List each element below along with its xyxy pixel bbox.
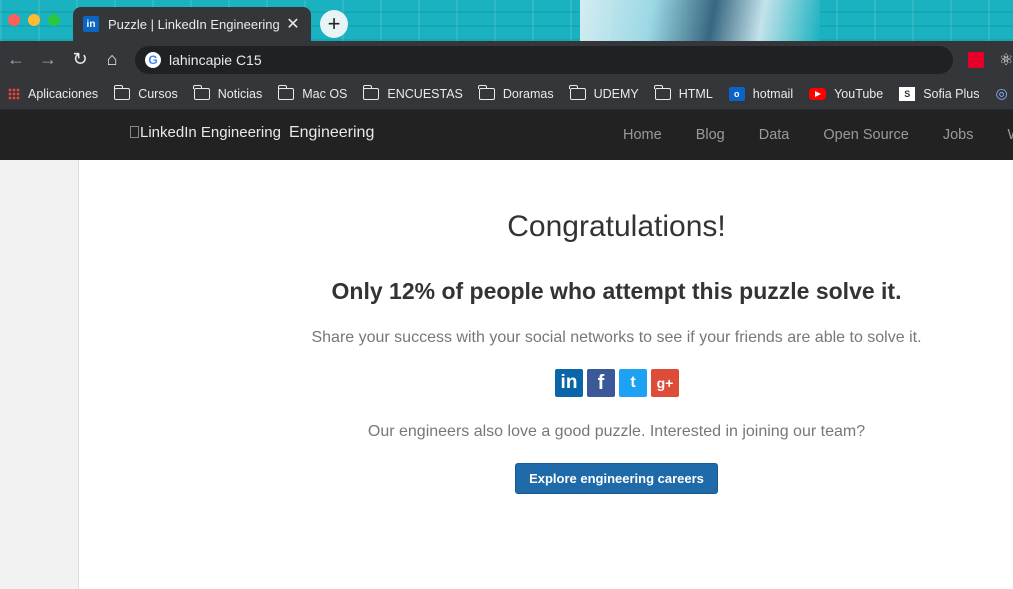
nav-home[interactable]: Home [623, 127, 662, 143]
target-icon: ◎ [995, 85, 1008, 101]
twitter-share-icon[interactable]: t [619, 369, 647, 397]
outlook-icon: o [728, 86, 745, 101]
bookmark-label: YouTube [834, 86, 884, 101]
nav-blog[interactable]: Blog [696, 127, 725, 143]
bookmark-sofia-plus[interactable]: S Sofia Plus [899, 86, 980, 101]
bookmark-label: HTML [678, 86, 713, 101]
tab-close-icon[interactable]: ✕ [285, 14, 301, 34]
folder-icon [362, 84, 380, 100]
share-prompt: Share your success with your social netw… [311, 329, 922, 346]
google-icon: G [145, 52, 161, 68]
bookmark-mac-os[interactable]: Mac OS [277, 84, 348, 101]
folder-icon [478, 84, 495, 100]
nav-more[interactable]: W [1007, 127, 1013, 143]
social-share-buttons: in f t g+ [555, 369, 683, 397]
bookmark-youtube[interactable]: YouTube [809, 87, 883, 101]
linkedin-favicon-icon: in [83, 16, 99, 32]
bookmark-doramas[interactable]: Doramas [478, 84, 554, 101]
back-arrow-icon[interactable]: ← [6, 49, 26, 69]
main-nav: Home Blog Data Open Source Jobs W [623, 127, 1013, 143]
browser-theme-artwork [580, 0, 820, 41]
bookmark-hotmail[interactable]: o hotmail [728, 86, 794, 101]
bookmark-html[interactable]: HTML [654, 84, 713, 101]
react-devtools-icon[interactable]: ⚛ [999, 50, 1013, 70]
address-bar-text[interactable]: lahincapie C15 [169, 52, 262, 68]
youtube-icon [809, 87, 827, 100]
bookmark-cursos[interactable]: Cursos [113, 84, 178, 101]
tab-title: Puzzle | LinkedIn Engineering [108, 16, 280, 32]
broken-image-icon [130, 126, 139, 138]
left-sidebar [0, 160, 79, 589]
window-minimize-button[interactable] [28, 14, 40, 26]
extension-icon[interactable] [968, 52, 984, 68]
nav-jobs[interactable]: Jobs [943, 127, 974, 143]
bookmark-label: hotmail [752, 86, 794, 101]
linkedin-share-icon[interactable]: in [555, 369, 583, 397]
window-close-button[interactable] [8, 14, 20, 26]
bookmark-label: Doramas [502, 86, 554, 101]
nav-open-source[interactable]: Open Source [823, 127, 908, 143]
reload-icon[interactable]: ↻ [70, 49, 90, 69]
explore-careers-button[interactable]: Explore engineering careers [515, 463, 718, 494]
nav-data[interactable]: Data [759, 127, 790, 143]
apps-grid-icon [8, 87, 20, 100]
bookmark-label: UDEMY [593, 86, 639, 101]
bookmark-noticias[interactable]: Noticias [193, 84, 263, 101]
folder-icon [193, 84, 210, 100]
window-zoom-button[interactable] [48, 14, 60, 26]
bookmark-udemy[interactable]: UDEMY [569, 84, 639, 101]
bookmark-label: Noticias [217, 86, 263, 101]
bookmark-encuestas[interactable]: ENCUESTAS [362, 84, 463, 101]
bookmark-label: ENCUESTAS [387, 86, 463, 101]
tab-strip: in Puzzle | LinkedIn Engineering ✕ + [0, 0, 1013, 41]
forward-arrow-icon[interactable]: → [38, 49, 58, 69]
folder-icon [569, 84, 586, 100]
bookmarks-bar: Aplicaciones Cursos Noticias Mac OS ENCU… [0, 78, 1013, 110]
bookmark-overflow[interactable]: ◎ [996, 85, 1008, 102]
facebook-share-icon[interactable]: f [587, 369, 615, 397]
page-title: Congratulations! [507, 210, 726, 243]
logo-word: Engineering [288, 124, 375, 141]
solve-rate-text: Only 12% of people who attempt this puzz… [331, 278, 902, 304]
googleplus-share-icon[interactable]: g+ [651, 369, 679, 397]
main-content: Congratulations! Only 12% of people who … [79, 160, 1013, 589]
browser-tab-active[interactable]: in Puzzle | LinkedIn Engineering ✕ [73, 7, 311, 41]
bookmark-label: Sofia Plus [923, 86, 980, 101]
home-icon[interactable]: ⌂ [102, 49, 122, 69]
browser-toolbar: ← → ↻ ⌂ G lahincapie C15 ⚛ [0, 41, 1013, 78]
site-header: LinkedIn Engineering Engineering Home Blo… [0, 110, 1013, 160]
careers-prompt: Our engineers also love a good puzzle. I… [367, 423, 866, 440]
sofia-plus-icon: S [899, 86, 916, 101]
new-tab-button[interactable]: + [320, 10, 348, 38]
bookmark-label: Cursos [138, 86, 178, 101]
logo-alt-text: LinkedIn Engineering [140, 124, 281, 141]
folder-icon [654, 84, 671, 100]
address-bar[interactable]: G lahincapie C15 [135, 46, 953, 74]
bookmark-label: Mac OS [302, 86, 348, 101]
site-logo[interactable]: LinkedIn Engineering Engineering [130, 124, 374, 142]
folder-icon [277, 84, 295, 100]
folder-icon [113, 84, 131, 100]
bookmark-aplicaciones[interactable]: Aplicaciones [8, 87, 98, 101]
bookmark-label: Aplicaciones [28, 86, 99, 101]
